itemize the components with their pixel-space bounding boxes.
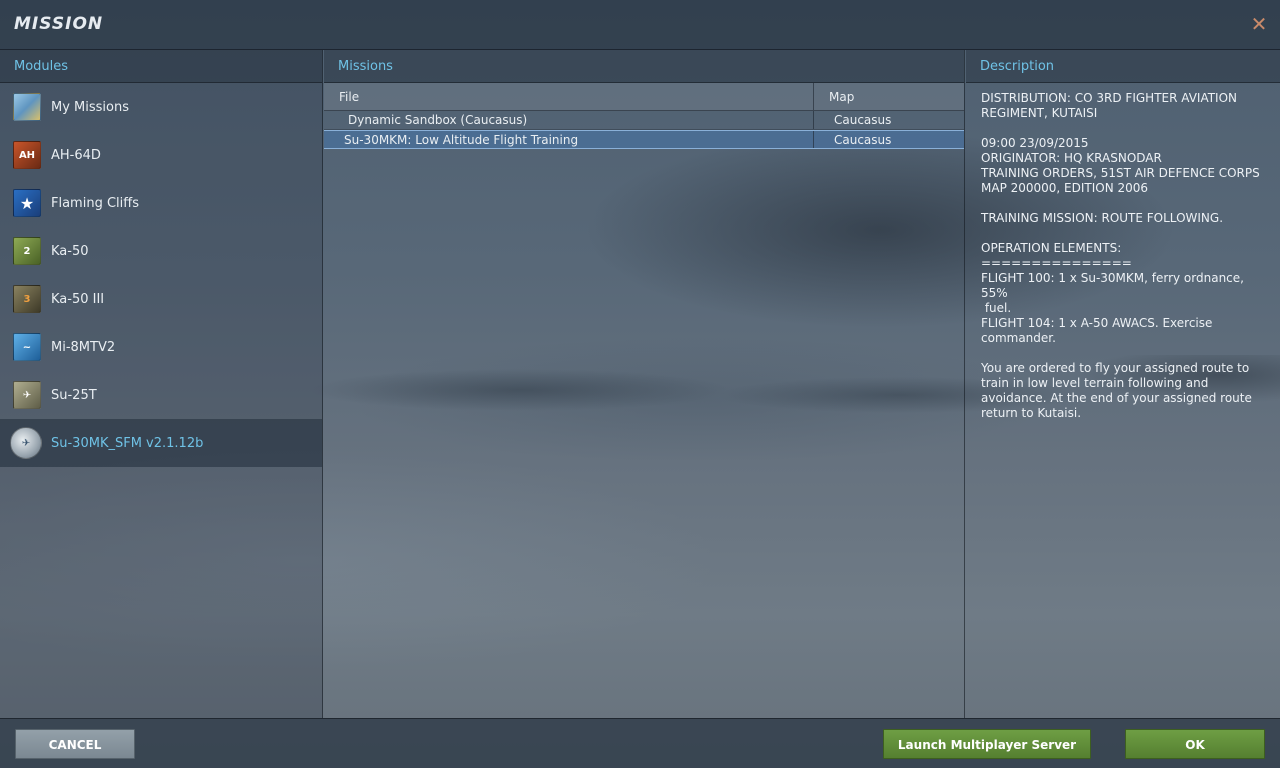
module-label: Su-30MK_SFM v2.1.12b — [51, 435, 204, 451]
mission-map-cell: Caucasus — [834, 133, 892, 147]
window-title: MISSION — [14, 14, 104, 34]
module-item-ka-50-iii[interactable]: 3 Ka-50 III — [0, 275, 322, 323]
title-bar: MISSION ✕ — [0, 0, 1280, 50]
module-label: Flaming Cliffs — [51, 195, 139, 211]
cancel-button[interactable]: CANCEL — [15, 729, 135, 759]
map-icon — [13, 93, 41, 121]
ok-button[interactable]: OK — [1125, 729, 1265, 759]
module-item-su-25t[interactable]: ✈ Su-25T — [0, 371, 322, 419]
su25-icon: ✈ — [13, 381, 41, 409]
module-item-ah-64d[interactable]: AH AH-64D — [0, 131, 322, 179]
table-row[interactable]: Dynamic Sandbox (Caucasus) Caucasus — [324, 111, 964, 130]
module-item-su-30mk-sfm[interactable]: ✈ Su-30MK_SFM v2.1.12b — [0, 419, 322, 467]
bottom-bar: CANCEL Launch Multiplayer Server OK — [0, 718, 1280, 768]
module-label: My Missions — [51, 99, 129, 115]
ka50-3-icon: 3 — [13, 285, 41, 313]
column-header-file[interactable]: File — [324, 83, 814, 110]
mission-map-cell: Caucasus — [834, 113, 892, 127]
star-icon: ★ — [13, 189, 41, 217]
ka50-icon: 2 — [13, 237, 41, 265]
table-row-selected[interactable]: Su-30MKM: Low Altitude Flight Training C… — [324, 130, 964, 149]
module-label: Ka-50 — [51, 243, 89, 259]
module-label: AH-64D — [51, 147, 101, 163]
modules-panel: Modules My Missions AH AH-64D ★ Flaming … — [0, 50, 323, 718]
mission-file-cell: Su-30MKM: Low Altitude Flight Training — [324, 131, 814, 148]
module-item-my-missions[interactable]: My Missions — [0, 83, 322, 131]
module-item-flaming-cliffs[interactable]: ★ Flaming Cliffs — [0, 179, 322, 227]
module-item-ka-50[interactable]: 2 Ka-50 — [0, 227, 322, 275]
description-text: DISTRIBUTION: CO 3RD FIGHTER AVIATION RE… — [981, 91, 1260, 420]
missions-header: Missions — [324, 50, 964, 83]
missions-table-header: File Map — [324, 83, 964, 111]
missions-panel: Missions File Map Dynamic Sandbox (Cauca… — [324, 50, 965, 718]
column-header-map[interactable]: Map — [814, 83, 964, 110]
mission-file-cell: Dynamic Sandbox (Caucasus) — [324, 111, 814, 129]
module-item-mi-8mtv2[interactable]: ~ Mi-8MTV2 — [0, 323, 322, 371]
description-header: Description — [966, 50, 1280, 83]
module-label: Ka-50 III — [51, 291, 105, 307]
description-panel: Description DISTRIBUTION: CO 3RD FIGHTER… — [966, 50, 1280, 718]
module-label: Su-25T — [51, 387, 97, 403]
apache-icon: AH — [13, 141, 41, 169]
modules-header: Modules — [0, 50, 322, 83]
su30-icon: ✈ — [10, 427, 42, 459]
module-list: My Missions AH AH-64D ★ Flaming Cliffs 2… — [0, 83, 322, 467]
mi8-icon: ~ — [13, 333, 41, 361]
module-label: Mi-8MTV2 — [51, 339, 116, 355]
launch-multiplayer-server-button[interactable]: Launch Multiplayer Server — [883, 729, 1091, 759]
close-icon[interactable]: ✕ — [1250, 14, 1268, 34]
